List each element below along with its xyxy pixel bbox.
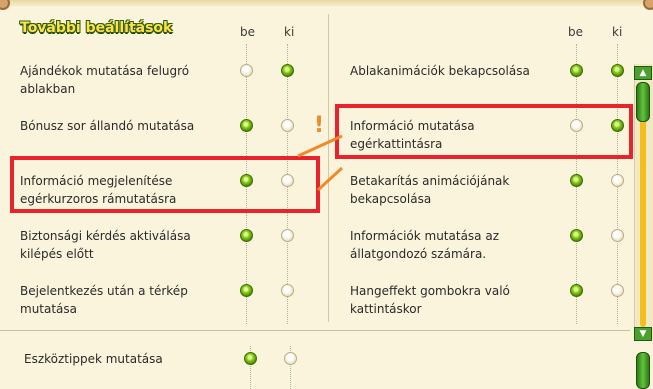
scroll-up-button[interactable]: ▲	[634, 66, 652, 80]
scrollbar-thumb[interactable]	[636, 82, 650, 122]
scrollbar-thumb[interactable]	[636, 352, 650, 389]
arrow-down-icon: ▼	[639, 329, 647, 339]
arrow-up-icon: ▲	[639, 68, 647, 78]
scroll-down-button[interactable]: ▼	[634, 327, 652, 341]
annotation-arrows	[297, 134, 344, 192]
settings-panel: További beállítások be ki be ki Ajándéko…	[0, 0, 653, 389]
